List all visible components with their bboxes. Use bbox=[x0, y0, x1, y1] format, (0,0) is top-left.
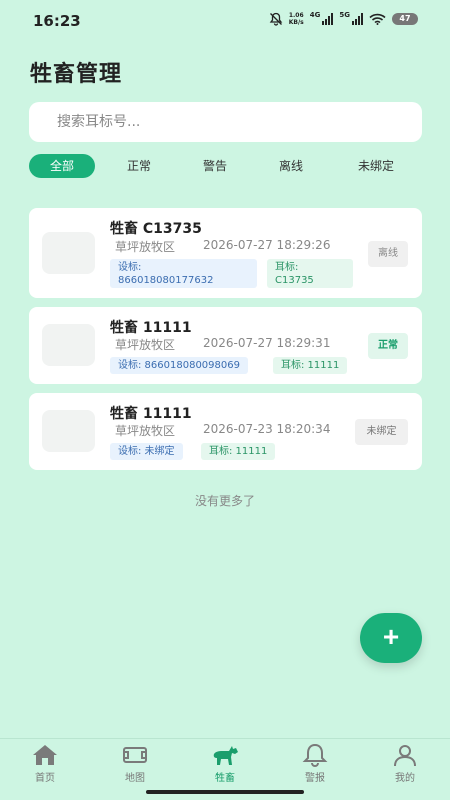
device-tag: 设标: 866018080098069 bbox=[110, 357, 248, 374]
device-tag-value: 866018080177632 bbox=[118, 275, 214, 286]
net-speed: 1.06 KB/s bbox=[289, 12, 304, 26]
nav-item-alarm[interactable]: 警报 bbox=[270, 739, 360, 789]
status-icons: 1.06 KB/s 4G 5G 47 bbox=[269, 11, 418, 26]
home-icon bbox=[33, 745, 57, 765]
livestock-card[interactable]: 牲畜 11111 草坪放牧区 2026-07-27 18:29:31 设标: 8… bbox=[29, 307, 422, 384]
signal-icon bbox=[352, 13, 363, 25]
ear-tag-label: 耳标: bbox=[275, 262, 299, 273]
livestock-time: 2026-07-27 18:29:26 bbox=[203, 238, 331, 252]
user-icon bbox=[394, 745, 416, 767]
ear-tag: 耳标: 11111 bbox=[273, 357, 348, 374]
nav-label: 牲畜 bbox=[215, 773, 235, 784]
livestock-thumbnail bbox=[42, 232, 95, 274]
livestock-card[interactable]: 牲畜 11111 草坪放牧区 2026-07-23 18:20:34 设标: 未… bbox=[29, 393, 422, 470]
plus-icon: + bbox=[382, 621, 400, 652]
mute-bell-icon bbox=[269, 12, 283, 26]
livestock-name: 牲畜 11111 bbox=[110, 320, 192, 336]
net-speed-unit: KB/s bbox=[288, 19, 304, 26]
livestock-thumbnail bbox=[42, 324, 95, 366]
net-type-4g: 4G bbox=[309, 11, 321, 19]
list-end-text: 没有更多了 bbox=[194, 494, 255, 508]
net-speed-value: 1.06 bbox=[288, 12, 304, 19]
filter-tabs: 全部 正常 警告 离线 未绑定 bbox=[29, 154, 429, 178]
livestock-name: 牲畜 C13735 bbox=[110, 221, 202, 237]
horse-icon bbox=[213, 746, 238, 765]
filter-tab-offline[interactable]: 离线 bbox=[261, 154, 321, 178]
filter-tab-warning[interactable]: 警告 bbox=[185, 154, 245, 178]
status-badge: 未绑定 bbox=[355, 419, 408, 445]
nav-item-livestock[interactable]: 牲畜 bbox=[180, 739, 270, 789]
nav-item-profile[interactable]: 我的 bbox=[360, 739, 450, 789]
bell-icon bbox=[302, 743, 328, 767]
livestock-name: 牲畜 11111 bbox=[110, 406, 192, 422]
battery-icon: 47 bbox=[392, 13, 418, 25]
livestock-thumbnail bbox=[42, 410, 95, 452]
filter-tab-unbound[interactable]: 未绑定 bbox=[343, 154, 409, 178]
filter-tab-all[interactable]: 全部 bbox=[29, 154, 95, 178]
ear-tag: 耳标: C13735 bbox=[267, 259, 353, 288]
ear-tag: 耳标: 11111 bbox=[201, 443, 276, 460]
device-tag: 设标: 未绑定 bbox=[110, 443, 183, 460]
nav-item-home[interactable]: 首页 bbox=[0, 739, 90, 789]
status-time: 16:23 bbox=[33, 12, 81, 30]
home-indicator bbox=[146, 790, 304, 794]
status-bar: 16:23 1.06 KB/s 4G 5G 47 bbox=[0, 0, 450, 42]
livestock-place: 草坪放牧区 bbox=[115, 240, 176, 254]
nav-item-map[interactable]: 地图 bbox=[90, 739, 180, 789]
filter-tab-normal[interactable]: 正常 bbox=[109, 154, 169, 178]
nav-label: 警报 bbox=[305, 773, 325, 784]
ear-tag-value: C13735 bbox=[275, 275, 314, 286]
status-badge: 正常 bbox=[368, 333, 408, 359]
livestock-card[interactable]: 牲畜 C13735 草坪放牧区 2026-07-27 18:29:26 设标: … bbox=[29, 208, 422, 298]
livestock-place: 草坪放牧区 bbox=[115, 338, 176, 352]
page-title: 牲畜管理 bbox=[30, 62, 123, 87]
livestock-place: 草坪放牧区 bbox=[115, 424, 176, 438]
livestock-time: 2026-07-23 18:20:34 bbox=[203, 422, 331, 436]
search-input[interactable] bbox=[29, 102, 422, 142]
net-type-5g: 5G bbox=[339, 11, 350, 19]
nav-label: 地图 bbox=[125, 773, 145, 784]
livestock-time: 2026-07-27 18:29:31 bbox=[203, 336, 331, 350]
device-tag: 设标: 866018080177632 bbox=[110, 259, 257, 288]
status-badge: 离线 bbox=[368, 241, 408, 267]
signal-icon bbox=[322, 13, 334, 25]
wifi-icon bbox=[369, 13, 386, 25]
nav-label: 首页 bbox=[35, 773, 55, 784]
device-tag-label: 设标: bbox=[118, 262, 142, 273]
map-icon bbox=[123, 747, 147, 763]
add-livestock-button[interactable]: + bbox=[360, 613, 422, 663]
nav-label: 我的 bbox=[395, 773, 415, 784]
